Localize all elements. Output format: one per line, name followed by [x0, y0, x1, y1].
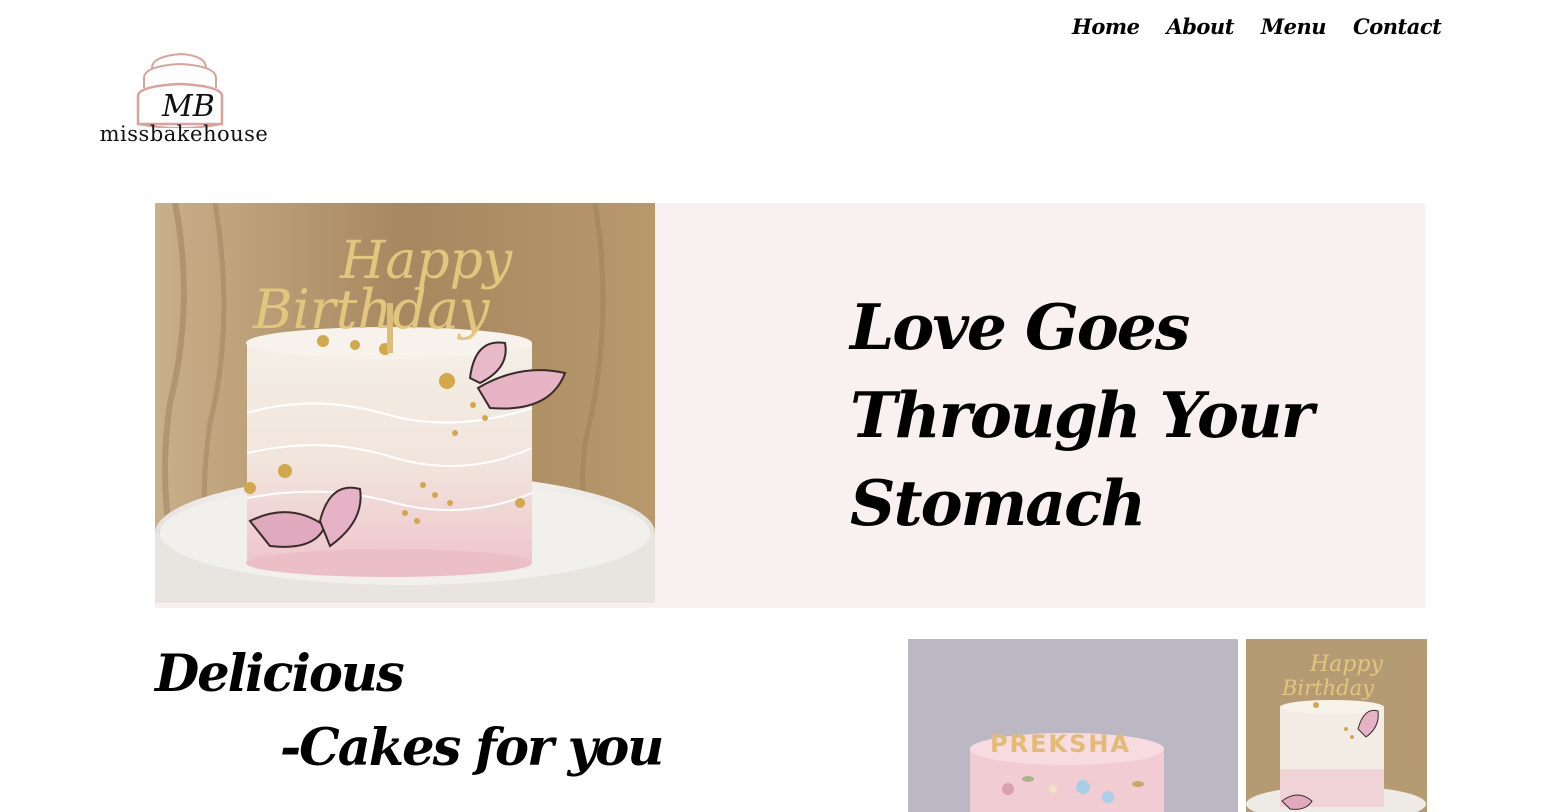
- nav-menu-link[interactable]: Menu: [1261, 14, 1327, 39]
- hero-title-line1: Love Goes: [850, 290, 1190, 364]
- svg-text:Birthday: Birthday: [252, 278, 491, 341]
- tagline-line1: Delicious: [155, 644, 405, 704]
- svg-text:PREKSHA: PREKSHA: [990, 730, 1131, 758]
- svg-text:Happy: Happy: [1309, 652, 1383, 677]
- gallery-thumb-preksha[interactable]: PREKSHA: [908, 639, 1238, 812]
- hero-title: Love Goes Through Your Stomach: [850, 283, 1370, 547]
- nav-home-link[interactable]: Home: [1072, 14, 1140, 39]
- hero-cake-image: Happy Birthday: [155, 203, 655, 603]
- brand-name: missbakehouse: [99, 122, 269, 146]
- nav-contact-link[interactable]: Contact: [1353, 14, 1442, 39]
- cake-logo-icon: MB: [136, 52, 224, 129]
- main-nav: Home About Menu Contact: [1072, 14, 1442, 39]
- hero-banner: Happy Birthday Love Goes Through Your St…: [155, 203, 1425, 608]
- brand-logo[interactable]: MB missbakehouse: [92, 48, 276, 152]
- hero-title-line2: Through Your: [850, 378, 1314, 452]
- nav-about-link[interactable]: About: [1166, 14, 1234, 39]
- floral-cake-image: PREKSHA: [908, 639, 1238, 812]
- svg-text:Birthday: Birthday: [1281, 676, 1375, 700]
- birthday-cake-butterflies-image: Happy Birthday: [155, 203, 655, 603]
- hero-title-line3: Stomach: [850, 466, 1146, 540]
- svg-text:MB: MB: [161, 89, 215, 124]
- birthday-cake-thumbnail-image: Happy Birthday: [1246, 639, 1427, 812]
- tagline-line2: -Cakes for you: [280, 718, 664, 778]
- gallery-thumb-birthday[interactable]: Happy Birthday: [1246, 639, 1427, 812]
